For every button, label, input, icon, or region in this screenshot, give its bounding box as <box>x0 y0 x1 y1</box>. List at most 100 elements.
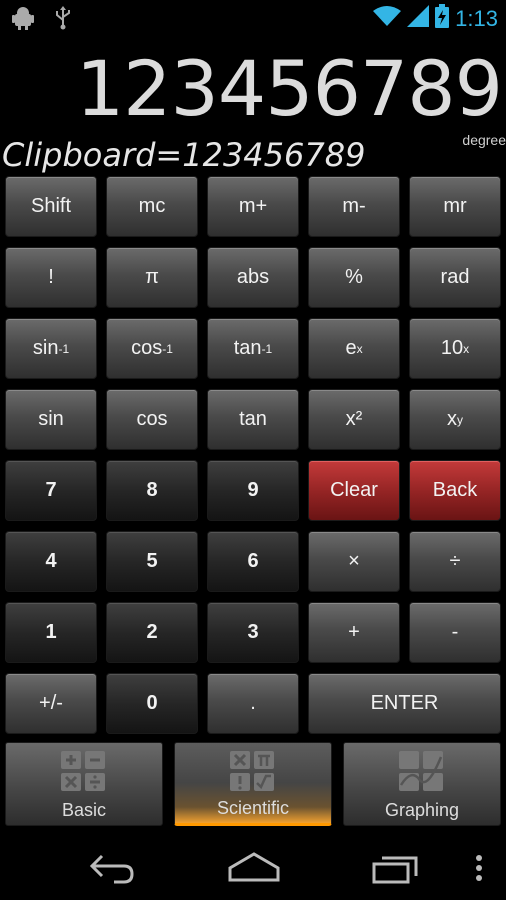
abs-label: abs <box>236 266 270 288</box>
digit-6-label: 6 <box>247 550 259 572</box>
digit-7-button[interactable]: 7 <box>5 460 97 521</box>
exp-button[interactable]: ex <box>308 318 400 379</box>
square-label: x² <box>345 408 363 430</box>
arccos-superscript: -1 <box>162 341 173 356</box>
divide-button[interactable]: ÷ <box>409 531 501 592</box>
digit-3-button[interactable]: 3 <box>207 602 299 663</box>
percent-label: % <box>345 266 363 288</box>
digit-6-button[interactable]: 6 <box>207 531 299 592</box>
arcsin-label: sin <box>32 337 59 359</box>
exp-superscript: x <box>356 341 363 356</box>
decimal-label: . <box>250 692 256 714</box>
divide-label: ÷ <box>449 550 461 572</box>
negate-label: +/- <box>39 692 63 714</box>
pow10-label: 10 <box>440 337 464 359</box>
arccos-label: cos <box>131 337 163 359</box>
power-label: x <box>447 408 457 430</box>
tab-graphing-label: Graphing <box>384 800 460 820</box>
digit-0-button[interactable]: 0 <box>106 673 198 734</box>
angle-mode-label: degree <box>462 132 506 148</box>
android-debug-icon <box>12 6 34 35</box>
overflow-menu-icon[interactable] <box>474 854 484 887</box>
arctan-label: tan <box>233 337 262 359</box>
digit-5-button[interactable]: 5 <box>106 531 198 592</box>
tab-graphing[interactable]: Graphing <box>343 742 501 826</box>
factorial-button[interactable]: ! <box>5 247 97 308</box>
digit-8-label: 8 <box>146 479 158 501</box>
rad-button[interactable]: rad <box>409 247 501 308</box>
usb-icon <box>54 6 72 35</box>
negate-button[interactable]: +/- <box>5 673 97 734</box>
cos-button[interactable]: cos <box>106 389 198 450</box>
pow10-superscript: x <box>463 341 470 356</box>
digit-2-button[interactable]: 2 <box>106 602 198 663</box>
abs-button[interactable]: abs <box>207 247 299 308</box>
subtract-button[interactable]: - <box>409 602 501 663</box>
digit-4-label: 4 <box>45 550 57 572</box>
rad-label: rad <box>440 266 470 288</box>
digit-1-label: 1 <box>45 621 57 643</box>
scientific-ops-icon <box>230 751 274 791</box>
digit-8-button[interactable]: 8 <box>106 460 198 521</box>
display-area: 123456789 degree Clipboard=123456789 <box>0 40 506 174</box>
add-button[interactable]: + <box>308 602 400 663</box>
multiply-label: × <box>348 550 360 572</box>
multiply-button[interactable]: × <box>308 531 400 592</box>
arcsin-button[interactable]: sin -1 <box>5 318 97 379</box>
main-display-value: 123456789 <box>75 44 503 133</box>
digit-0-label: 0 <box>146 692 158 714</box>
m-plus-button[interactable]: m+ <box>207 176 299 237</box>
enter-label: ENTER <box>370 692 439 714</box>
mc-label: mc <box>138 195 166 217</box>
arccos-button[interactable]: cos -1 <box>106 318 198 379</box>
power-button[interactable]: xy <box>409 389 501 450</box>
sin-button[interactable]: sin <box>5 389 97 450</box>
mode-tabs: Basic Scientific Graphing <box>0 742 506 826</box>
signal-icon <box>407 5 430 32</box>
clock: 1:13 <box>455 5 498 31</box>
mc-button[interactable]: mc <box>106 176 198 237</box>
digit-9-button[interactable]: 9 <box>207 460 299 521</box>
digit-4-button[interactable]: 4 <box>5 531 97 592</box>
percent-button[interactable]: % <box>308 247 400 308</box>
m-minus-button[interactable]: m- <box>308 176 400 237</box>
pi-button[interactable]: π <box>106 247 198 308</box>
clipboard-text: Clipboard=123456789 <box>2 136 366 174</box>
pow10-button[interactable]: 10 x <box>409 318 501 379</box>
basic-ops-icon <box>61 751 105 791</box>
home-nav-icon[interactable] <box>226 850 282 889</box>
arctan-button[interactable]: tan -1 <box>207 318 299 379</box>
recent-apps-nav-icon[interactable] <box>370 850 422 889</box>
m-minus-label: m- <box>342 195 366 217</box>
m-plus-label: m+ <box>238 195 268 217</box>
digit-5-label: 5 <box>146 550 158 572</box>
battery-charging-icon <box>435 4 450 33</box>
exp-label: e <box>345 337 357 359</box>
back-button[interactable]: Back <box>409 460 501 521</box>
digit-1-button[interactable]: 1 <box>5 602 97 663</box>
clear-button[interactable]: Clear <box>308 460 400 521</box>
enter-button[interactable]: ENTER <box>308 673 501 734</box>
arcsin-superscript: -1 <box>58 341 70 356</box>
tab-scientific[interactable]: Scientific <box>174 742 332 826</box>
shift-label: Shift <box>30 195 72 217</box>
digit-2-label: 2 <box>146 621 158 643</box>
arctan-superscript: -1 <box>261 341 273 356</box>
cos-label: cos <box>136 408 168 430</box>
digit-9-label: 9 <box>247 479 259 501</box>
tan-button[interactable]: tan <box>207 389 299 450</box>
back-label: Back <box>432 479 478 501</box>
wifi-icon <box>373 5 402 32</box>
graph-plot-icon <box>399 751 443 791</box>
decimal-button[interactable]: . <box>207 673 299 734</box>
square-button[interactable]: x² <box>308 389 400 450</box>
tab-basic[interactable]: Basic <box>5 742 163 826</box>
sin-label: sin <box>38 408 64 430</box>
mr-button[interactable]: mr <box>409 176 501 237</box>
navigation-bar <box>0 836 506 900</box>
subtract-label: - <box>451 621 459 643</box>
back-nav-icon[interactable] <box>88 850 136 889</box>
shift-button[interactable]: Shift <box>5 176 97 237</box>
add-label: + <box>348 621 360 643</box>
pi-label: π <box>145 266 159 288</box>
